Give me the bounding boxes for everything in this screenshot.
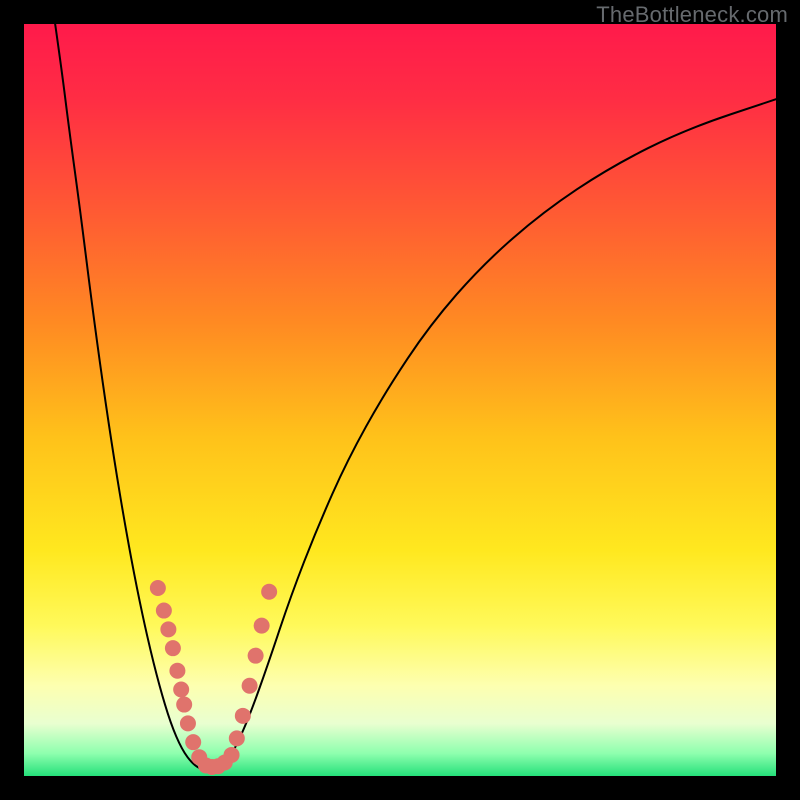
data-marker <box>248 648 264 664</box>
data-marker <box>224 747 240 763</box>
data-marker <box>229 730 245 746</box>
data-marker <box>156 603 172 619</box>
data-marker <box>160 621 176 637</box>
data-marker <box>185 734 201 750</box>
data-marker <box>261 584 277 600</box>
chart-svg <box>24 24 776 776</box>
data-marker <box>173 682 189 698</box>
data-marker <box>165 640 181 656</box>
data-marker <box>235 708 251 724</box>
data-marker <box>180 715 196 731</box>
chart-background <box>24 24 776 776</box>
chart-frame <box>24 24 776 776</box>
data-marker <box>150 580 166 596</box>
data-marker <box>242 678 258 694</box>
data-marker <box>176 697 192 713</box>
data-marker <box>254 618 270 634</box>
watermark-text: TheBottleneck.com <box>596 2 788 28</box>
data-marker <box>169 663 185 679</box>
